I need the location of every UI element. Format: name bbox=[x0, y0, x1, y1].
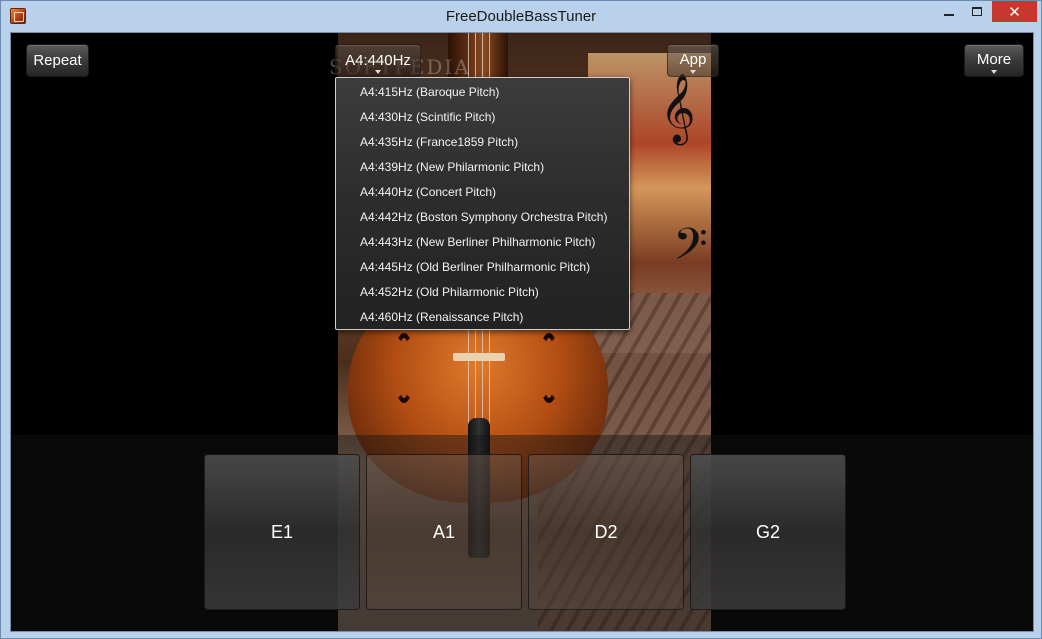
maximize-button[interactable] bbox=[964, 1, 990, 22]
pitch-menu-item[interactable]: A4:452Hz (Old Philarmonic Pitch) bbox=[336, 280, 629, 305]
bass-clef-icon: 𝄢 bbox=[673, 218, 708, 281]
minimize-button[interactable] bbox=[936, 1, 962, 22]
string-label: E1 bbox=[270, 521, 294, 542]
string-label: A1 bbox=[432, 521, 456, 542]
pitch-menu-item[interactable]: A4:443Hz (New Berliner Philharmonic Pitc… bbox=[336, 230, 629, 255]
pitch-menu-item[interactable]: A4:415Hz (Baroque Pitch) bbox=[336, 80, 629, 105]
tuner-area: 𝄞 𝄢 SOFTPEDIA www Repeat A4:440Hz App Mo… bbox=[10, 32, 1034, 632]
maximize-icon bbox=[972, 7, 982, 16]
chevron-down-icon bbox=[375, 70, 381, 74]
minimize-icon bbox=[944, 13, 954, 16]
cello-bridge bbox=[453, 353, 505, 361]
pitch-menu-item[interactable]: A4:440Hz (Concert Pitch) bbox=[336, 180, 629, 205]
app-label: App bbox=[679, 51, 707, 68]
f-hole-right bbox=[538, 333, 560, 403]
repeat-label: Repeat bbox=[33, 52, 82, 69]
treble-clef-icon: 𝄞 bbox=[660, 73, 696, 143]
string-button-a1[interactable]: A1 bbox=[366, 454, 522, 610]
more-button[interactable]: More bbox=[964, 44, 1024, 77]
string-buttons-panel bbox=[11, 435, 1033, 631]
string-button-d2[interactable]: D2 bbox=[528, 454, 684, 610]
string-label: D2 bbox=[594, 521, 618, 542]
pitch-select-button[interactable]: A4:440Hz bbox=[335, 44, 421, 77]
app-window: FreeDoubleBassTuner ✕ 𝄞 𝄢 SOFTPEDIA www … bbox=[0, 0, 1042, 639]
pitch-menu-item[interactable]: A4:435Hz (France1859 Pitch) bbox=[336, 130, 629, 155]
close-icon: ✕ bbox=[1008, 3, 1021, 21]
app-button[interactable]: App bbox=[667, 44, 719, 77]
string-button-g2[interactable]: G2 bbox=[690, 454, 846, 610]
chevron-down-icon bbox=[991, 70, 997, 74]
string-button-e1[interactable]: E1 bbox=[204, 454, 360, 610]
chevron-down-icon bbox=[690, 70, 696, 74]
string-label: G2 bbox=[755, 521, 780, 542]
f-hole-left bbox=[393, 333, 415, 403]
pitch-menu-item[interactable]: A4:442Hz (Boston Symphony Orchestra Pitc… bbox=[336, 205, 629, 230]
pitch-menu-item[interactable]: A4:460Hz (Renaissance Pitch) bbox=[336, 305, 629, 330]
more-label: More bbox=[976, 51, 1012, 68]
pitch-menu-item[interactable]: A4:439Hz (New Philarmonic Pitch) bbox=[336, 155, 629, 180]
pitch-menu-item[interactable]: A4:445Hz (Old Berliner Philharmonic Pitc… bbox=[336, 255, 629, 280]
close-button[interactable]: ✕ bbox=[992, 1, 1037, 22]
pitch-menu-item[interactable]: A4:430Hz (Scintific Pitch) bbox=[336, 105, 629, 130]
pitch-dropdown-menu: A4:415Hz (Baroque Pitch) A4:430Hz (Scint… bbox=[335, 77, 630, 330]
repeat-button[interactable]: Repeat bbox=[26, 44, 89, 77]
pitch-select-label: A4:440Hz bbox=[345, 52, 411, 69]
title-bar[interactable]: FreeDoubleBassTuner ✕ bbox=[1, 1, 1041, 31]
window-title: FreeDoubleBassTuner bbox=[445, 8, 597, 25]
